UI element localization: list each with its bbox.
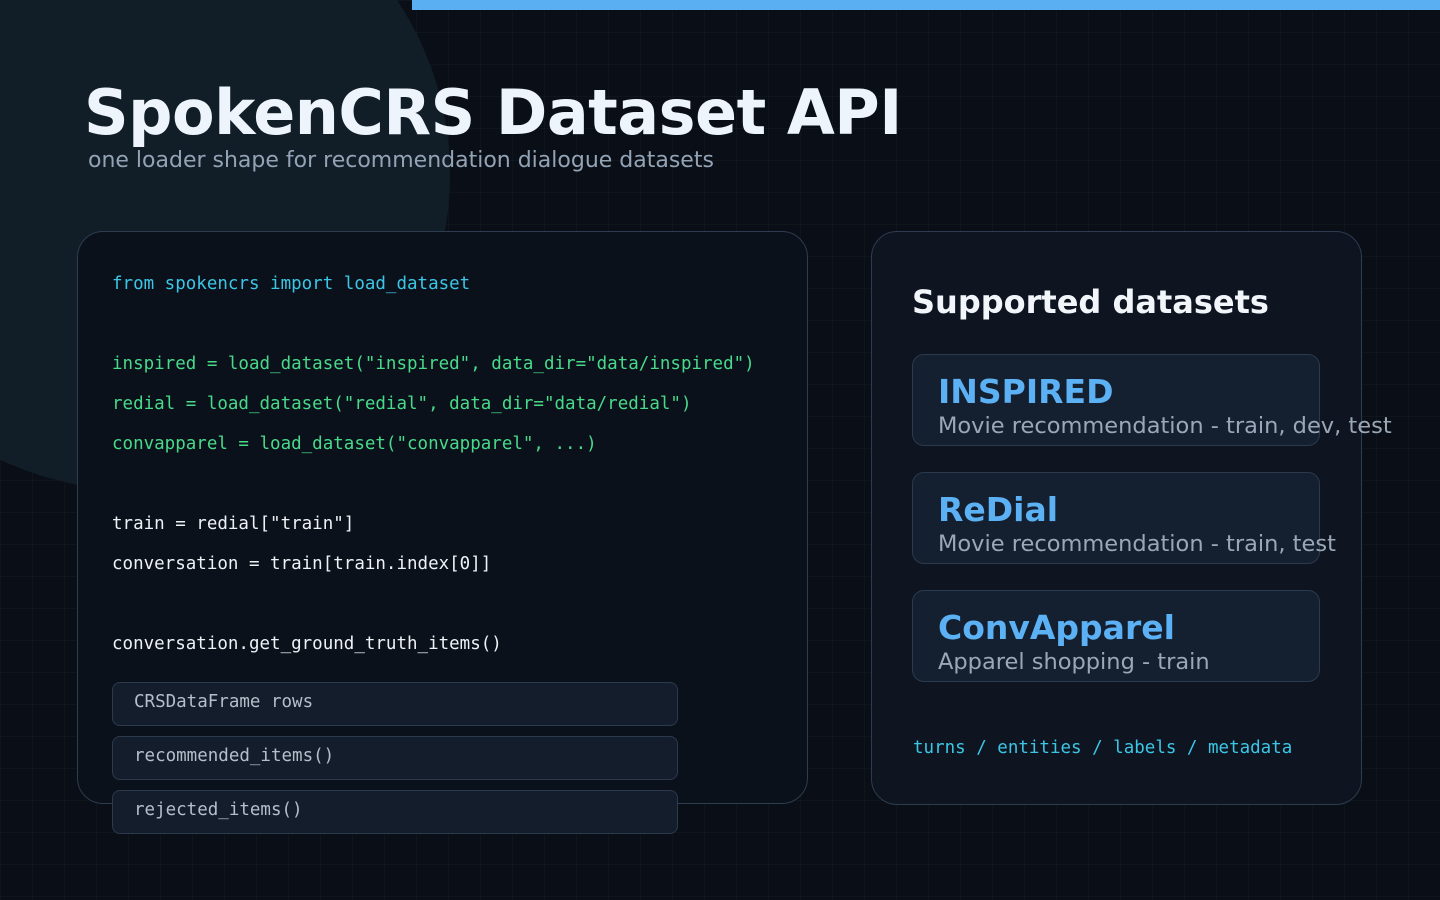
code-ground-truth-call: conversation.get_ground_truth_items() xyxy=(112,634,502,654)
code-load-inspired: inspired = load_dataset("inspired", data… xyxy=(112,354,755,374)
dataset-name: INSPIRED xyxy=(938,372,1114,411)
page-subtitle: one loader shape for recommendation dial… xyxy=(88,148,714,173)
code-import-line: from spokencrs import load_dataset xyxy=(112,274,471,294)
accent-bar xyxy=(412,0,1440,10)
datasets-heading: Supported datasets xyxy=(912,283,1269,321)
dataset-name: ReDial xyxy=(938,490,1059,529)
dataset-description: Movie recommendation - train, test xyxy=(938,531,1336,557)
dataset-description: Movie recommendation - train, dev, test xyxy=(938,413,1392,439)
method-crsdataframe-rows: CRSDataFrame rows xyxy=(112,682,678,726)
method-rejected-items: rejected_items() xyxy=(112,790,678,834)
code-load-convapparel: convapparel = load_dataset("convapparel"… xyxy=(112,434,597,454)
dataset-fields-line: turns / entities / labels / metadata xyxy=(913,738,1293,758)
page-title: SpokenCRS Dataset API xyxy=(84,76,902,149)
code-conversation: conversation = train[train.index[0]] xyxy=(112,554,492,574)
dataset-description: Apparel shopping - train xyxy=(938,649,1210,675)
code-train-split: train = redial["train"] xyxy=(112,514,355,534)
code-load-redial: redial = load_dataset("redial", data_dir… xyxy=(112,394,692,414)
dataset-name: ConvApparel xyxy=(938,608,1175,647)
method-recommended-items: recommended_items() xyxy=(112,736,678,780)
slide: SpokenCRS Dataset API one loader shape f… xyxy=(0,0,1440,900)
